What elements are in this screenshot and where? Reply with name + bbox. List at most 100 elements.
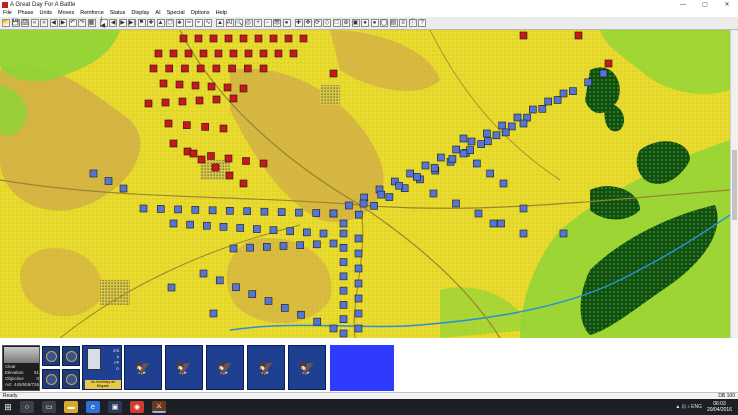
french-unit[interactable] [144, 99, 153, 108]
allied-unit[interactable] [385, 193, 394, 201]
french-unit[interactable] [284, 34, 293, 43]
french-unit[interactable] [178, 97, 187, 106]
clock[interactable]: 06:03 20/04/2016 [707, 401, 732, 413]
allied-unit[interactable] [544, 97, 552, 106]
back-icon[interactable]: « [30, 19, 39, 27]
allied-unit[interactable] [264, 297, 273, 305]
french-unit[interactable] [259, 49, 268, 58]
eye-icon[interactable]: 👁 [273, 19, 281, 27]
french-unit[interactable] [239, 179, 248, 188]
allied-unit[interactable] [215, 276, 224, 285]
cross-icon[interactable]: ✚ [147, 19, 155, 27]
allied-unit[interactable] [295, 208, 303, 217]
allied-unit[interactable] [429, 189, 438, 198]
allied-unit[interactable] [243, 207, 251, 216]
allied-unit[interactable] [584, 78, 593, 87]
allied-unit[interactable] [313, 317, 322, 326]
print-icon[interactable]: 🖨 [21, 19, 29, 27]
french-unit[interactable] [169, 139, 178, 148]
allied-unit[interactable] [339, 219, 348, 228]
menu-display[interactable]: Display [131, 10, 149, 16]
unit-icon[interactable]: ▣ [351, 19, 360, 27]
allied-unit[interactable] [421, 161, 430, 170]
zoom-in-icon[interactable]: + [254, 19, 262, 27]
allied-unit[interactable] [119, 184, 128, 193]
french-unit[interactable] [169, 49, 178, 58]
allied-unit[interactable] [459, 149, 468, 158]
french-unit[interactable] [239, 84, 248, 93]
ai-icon[interactable]: AI [225, 19, 234, 27]
allied-unit[interactable] [452, 199, 460, 208]
allied-unit[interactable] [452, 145, 460, 154]
map-canvas[interactable] [0, 30, 730, 338]
allied-unit[interactable] [466, 146, 474, 154]
allied-unit[interactable] [519, 229, 528, 238]
french-unit[interactable] [164, 119, 173, 128]
allied-unit[interactable] [489, 219, 498, 228]
menu-phase[interactable]: Phase [18, 10, 34, 16]
french-unit[interactable] [224, 34, 233, 43]
redo-icon[interactable]: ↷ [78, 19, 86, 27]
allied-unit[interactable] [354, 279, 363, 288]
allied-unit[interactable] [186, 220, 194, 229]
maximize-button[interactable]: ▢ [694, 1, 716, 8]
menu-moves[interactable]: Moves [58, 10, 74, 16]
allied-unit[interactable] [354, 264, 363, 273]
save-icon[interactable]: 💾 [11, 19, 20, 27]
edge-icon[interactable]: e [86, 401, 100, 413]
french-unit[interactable] [159, 79, 168, 88]
allied-unit[interactable] [395, 181, 403, 190]
french-unit[interactable] [197, 155, 206, 164]
allied-unit[interactable] [339, 229, 348, 238]
river-icon[interactable]: ≈ [194, 19, 203, 27]
arrow-left-icon[interactable]: ◀ [49, 19, 58, 27]
french-unit[interactable] [223, 83, 232, 92]
allied-unit[interactable] [486, 169, 494, 178]
allied-unit[interactable] [203, 221, 211, 230]
allied-unit[interactable] [339, 301, 348, 309]
allied-unit[interactable] [430, 164, 439, 172]
store-icon[interactable]: ▣ [108, 401, 122, 413]
french-unit[interactable] [184, 49, 193, 58]
french-unit[interactable] [242, 157, 250, 165]
menu-special[interactable]: Special [167, 10, 185, 16]
folder-open-icon[interactable]: 📂 [2, 19, 10, 27]
french-unit[interactable] [244, 49, 253, 58]
allied-unit[interactable] [156, 205, 165, 213]
arrow-right-icon[interactable]: ▶ [59, 19, 67, 27]
french-unit[interactable] [225, 171, 234, 180]
unit-card-5[interactable]: 🦅 [288, 345, 326, 390]
allied-unit[interactable] [459, 134, 468, 143]
allied-unit[interactable] [553, 96, 562, 104]
allied-unit[interactable] [345, 201, 353, 210]
menu-ai[interactable]: AI [155, 10, 160, 16]
allied-unit[interactable] [377, 190, 386, 199]
allied-unit[interactable] [303, 228, 311, 237]
allied-unit[interactable] [477, 140, 485, 148]
zoom-out-icon[interactable]: − [263, 19, 272, 27]
allied-unit[interactable] [253, 225, 261, 233]
allied-unit[interactable] [199, 269, 208, 278]
allied-unit[interactable] [474, 209, 483, 218]
french-unit[interactable] [189, 149, 198, 158]
french-unit[interactable] [259, 64, 268, 73]
french-unit[interactable] [183, 121, 191, 129]
allied-unit[interactable] [277, 208, 286, 216]
arrow-up-icon[interactable]: ▲ [156, 19, 165, 27]
french-unit[interactable] [207, 152, 215, 160]
french-unit[interactable] [149, 64, 158, 73]
french-unit[interactable] [175, 80, 184, 89]
move-icon[interactable]: ✥ [304, 19, 312, 27]
allied-unit[interactable] [354, 324, 363, 333]
circle-icon[interactable]: ◯ [380, 19, 388, 27]
allied-unit[interactable] [174, 205, 182, 214]
allied-unit[interactable] [501, 128, 510, 137]
allied-unit[interactable] [232, 283, 240, 292]
allied-unit[interactable] [538, 104, 547, 113]
allied-unit[interactable] [473, 159, 481, 168]
french-unit[interactable] [165, 64, 174, 73]
allied-unit[interactable] [519, 204, 528, 213]
french-unit[interactable] [254, 34, 263, 43]
menu-options[interactable]: Options [191, 10, 210, 16]
commander-button-1[interactable] [42, 346, 60, 366]
